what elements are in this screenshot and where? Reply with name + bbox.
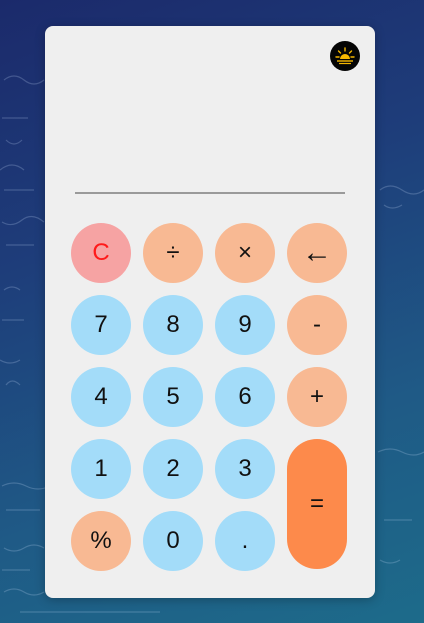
theme-toggle-button[interactable] [330,41,360,71]
six-button[interactable]: 6 [215,367,275,427]
two-button[interactable]: 2 [143,439,203,499]
sun-icon [335,47,355,65]
four-button[interactable]: 4 [71,367,131,427]
eight-button[interactable]: 8 [143,295,203,355]
clear-button[interactable]: C [71,223,131,283]
calculator-display [75,86,345,186]
backspace-button[interactable]: ← [287,223,347,283]
multiply-button[interactable]: × [215,223,275,283]
one-button[interactable]: 1 [71,439,131,499]
minus-button[interactable]: - [287,295,347,355]
nine-button[interactable]: 9 [215,295,275,355]
divide-button[interactable]: ÷ [143,223,203,283]
calculator-panel: C ÷ × ← 7 8 9 - 4 5 6 + 1 2 3 = % 0 . [45,26,375,598]
three-button[interactable]: 3 [215,439,275,499]
seven-button[interactable]: 7 [71,295,131,355]
decimal-button[interactable]: . [215,511,275,571]
five-button[interactable]: 5 [143,367,203,427]
zero-button[interactable]: 0 [143,511,203,571]
equals-button[interactable]: = [287,439,347,569]
display-divider [75,192,345,194]
percent-button[interactable]: % [71,511,131,571]
plus-button[interactable]: + [287,367,347,427]
